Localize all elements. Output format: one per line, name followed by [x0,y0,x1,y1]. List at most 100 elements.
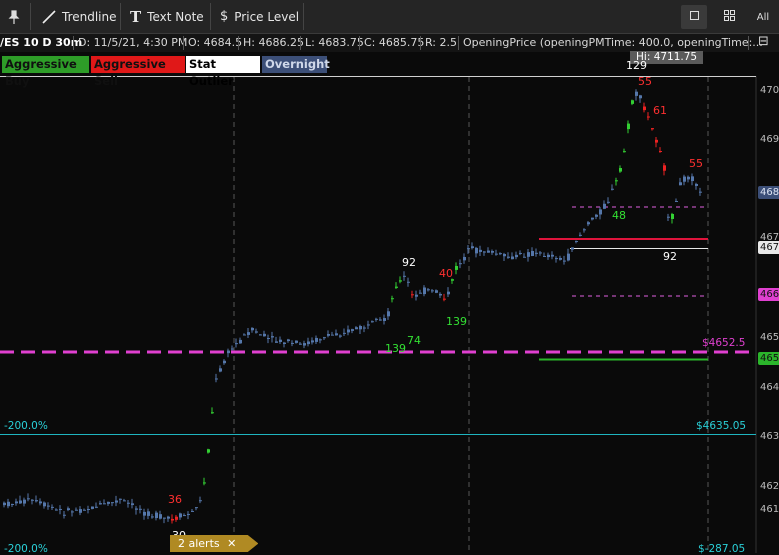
symbol-label[interactable]: /ES 10 D 30m [0,36,82,49]
toolbar-separator [120,3,121,30]
price-badge-white: 4671 [758,241,779,254]
candle-body [483,251,486,253]
candle-body [95,506,98,508]
candle-body [479,249,482,252]
axis-tick: 4634 [760,431,779,442]
candle-body [471,246,474,249]
buy-count: 74 [407,334,421,347]
buy-count: 139 [385,342,406,355]
candle-body [527,252,530,257]
legend-stat-outlier: Stat Outlier [186,56,260,88]
study-label[interactable]: OpeningPrice (openingPMTime: 400.0, open… [463,36,763,49]
candle-body [275,341,278,343]
candle-body [691,176,694,182]
candle-body [411,294,414,296]
candle-body [551,254,554,257]
collapse-icon[interactable]: ⊟ [758,34,769,49]
candle-body [231,348,234,350]
candle-body [663,165,666,171]
candle-body [351,329,354,331]
candle-body [311,340,314,343]
candle-body [543,255,546,257]
legend-aggressive-buy: Aggressive Buy [2,56,89,88]
all-button[interactable]: All [752,5,774,29]
candle-body [611,188,614,190]
candle-body [223,360,226,364]
all-label: All [756,11,770,23]
legend-aggressive-sell: Aggressive Sell [91,56,185,88]
candle-body [455,265,458,270]
candle-body [443,298,446,300]
candle-body [539,252,542,254]
candle-body [139,508,142,510]
candle-body [579,234,582,236]
single-layout-button[interactable] [681,5,707,29]
candle-body [623,151,626,153]
candle-body [235,343,238,345]
candle-body [567,253,570,261]
candle-body [515,254,518,258]
candle-body [415,294,418,297]
info-separator [359,36,360,50]
candle-body [203,482,206,484]
candle-body [219,368,222,372]
candle-body [371,321,374,323]
quote-info-bar: /ES 10 D 30m D: 11/5/21, 4:30 PM O: 4684… [0,34,779,52]
grid-layout-button[interactable] [716,5,742,29]
bottom-level-price: $-287.05 [698,543,746,555]
candle-body [51,506,54,508]
alerts-label: 2 alerts [178,537,220,550]
candle-body [419,292,422,294]
candle-body [627,123,630,130]
candle-body [103,503,106,505]
candle-body [467,248,470,250]
candle-body [63,514,66,516]
candle-body [655,139,658,143]
alerts-badge[interactable]: 2 alerts ✕ [170,535,259,552]
pin-button[interactable] [8,4,20,29]
trendline-icon [42,9,56,24]
candle-body [287,339,290,342]
bottom-level-percent: -200.0% [4,543,48,555]
high-value: H: 4686.25 [243,36,304,49]
text-note-button[interactable]: T Text Note [130,4,204,29]
price-level-button[interactable]: $ Price Level [220,4,299,29]
outlier-count: 92 [402,256,416,269]
candlestick-series [3,89,702,524]
candle-body [251,327,254,331]
candle-body [639,95,642,99]
candle-body [299,343,302,345]
candle-body [367,324,370,326]
candle-body [459,263,462,265]
candle-body [363,327,366,329]
info-separator [458,36,459,50]
candle-body [111,502,114,504]
candle-body [267,337,270,339]
trendline-button[interactable]: Trendline [42,4,117,29]
candle-body [247,332,250,335]
candle-body [107,501,110,504]
candle-body [131,503,134,506]
candle-body [27,498,30,500]
candle-body [355,327,358,330]
candle-body [3,502,6,506]
info-separator [238,36,239,50]
candle-body [143,511,146,516]
candle-body [395,286,398,288]
toolbar-separator [30,3,31,30]
candle-body [547,254,550,258]
candle-body [303,343,306,346]
axis-tick: 4655 [760,332,779,343]
close-icon[interactable]: ✕ [227,537,236,550]
magenta-level-price: $4652.5 [702,337,746,349]
candle-body [319,339,322,341]
candle-body [127,502,130,504]
legend-overnight: Overnight [262,56,330,73]
candle-body [43,502,46,507]
candle-body [683,176,686,182]
candle-body [583,229,586,231]
dollar-icon: $ [220,9,229,24]
candle-body [91,506,94,509]
candle-body [211,412,214,414]
toolbar-separator [210,3,211,30]
